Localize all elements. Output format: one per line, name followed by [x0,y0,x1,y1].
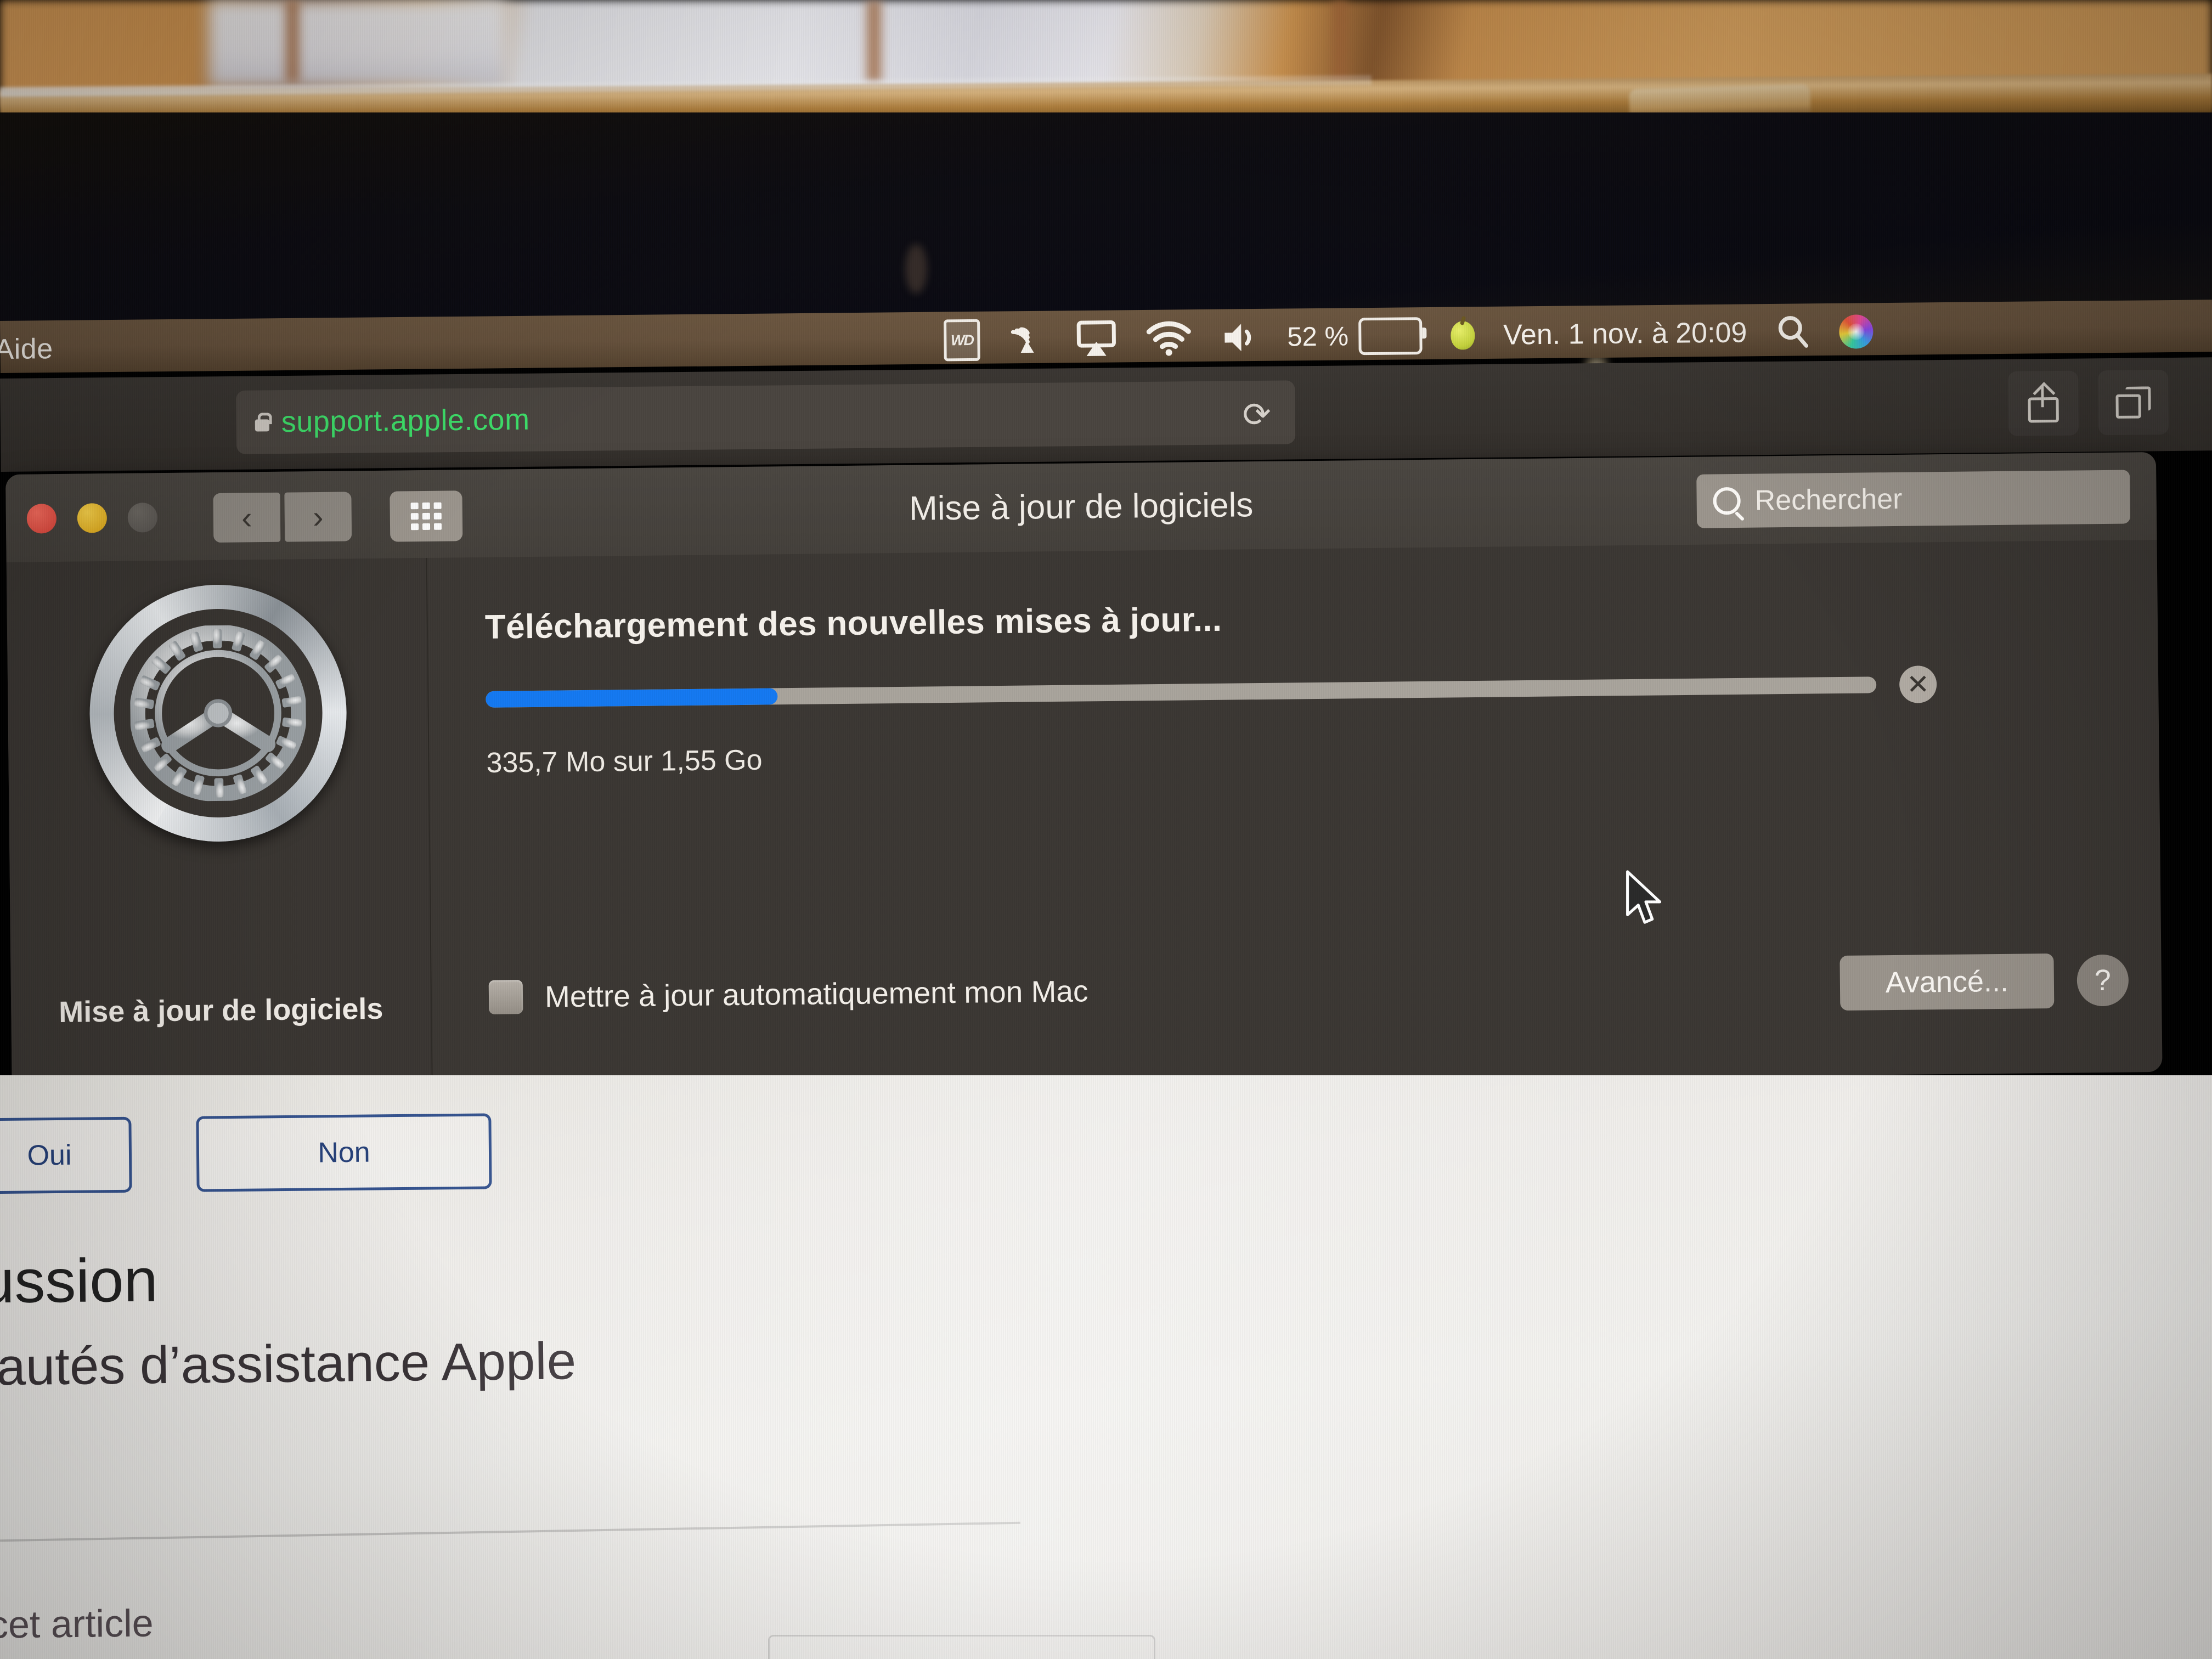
download-size-label: 335,7 Mo sur 1,55 Go [486,744,763,779]
airdrop-icon[interactable] [1008,320,1047,360]
battery-percent-label: 52 % [1287,321,1349,352]
download-status-title: Téléchargement des nouvelles mises à jou… [484,600,1222,646]
software-update-window: ‹ › Mise à jour de logiciels Rechercher [5,452,2163,1094]
background-post [285,0,300,82]
mouse-cursor [1626,870,1662,924]
search-icon[interactable] [1775,314,1811,351]
software-update-gear-icon [88,583,348,843]
url-text: support.apple.com [281,403,530,439]
software-update-sidebar: Mise à jour de logiciels [6,557,433,1094]
green-apple-icon[interactable] [1450,321,1475,350]
search-icon [1713,487,1741,515]
volume-icon[interactable] [1220,319,1259,356]
tab-overview-button[interactable] [2098,370,2169,436]
reload-icon[interactable]: ⟳ [1242,396,1271,434]
oui-button[interactable]: Oui [0,1116,132,1194]
share-button[interactable] [2008,370,2079,436]
address-bar[interactable]: support.apple.com ⟳ [236,380,1296,454]
progress-bar-fill [486,688,778,708]
photo-of-laptop-screen: Aide WD 52 % Ven. 1 nov. à 20:09 support… [0,0,2212,1659]
battery-status[interactable]: 52 % [1287,317,1427,356]
download-progress-row: ✕ [486,663,2159,718]
sidebar-label: Mise à jour de logiciels [58,992,383,1029]
siri-icon[interactable] [1839,314,1874,349]
bezel-smudge [905,244,927,294]
non-button[interactable]: Non [196,1113,492,1192]
wd-drive-icon[interactable]: WD [944,319,980,362]
progress-bar [486,676,1877,708]
support-apple-webpage: Oui Non ussion hautés d’assistance Apple… [0,1075,2212,1659]
lock-icon [255,413,272,432]
webpage-footer-text: cet article [0,1601,154,1646]
cog-icon [129,624,307,802]
help-button[interactable]: ? [2076,954,2129,1007]
background-post [1333,0,1347,82]
airplay-icon[interactable] [1075,319,1118,358]
background-post [867,0,881,82]
cancel-download-button[interactable]: ✕ [1899,665,1937,703]
webpage-heading: ussion [0,1245,159,1316]
wifi-icon[interactable] [1146,319,1192,357]
window-body: Mise à jour de logiciels Téléchargement … [6,540,2163,1094]
advanced-button[interactable]: Avancé... [1839,953,2055,1011]
menu-bar-clock[interactable]: Ven. 1 nov. à 20:09 [1503,316,1747,351]
webpage-divider [0,1521,1020,1542]
software-update-main: Téléchargement des nouvelles mises à jou… [427,540,2163,1090]
share-icon [2028,382,2059,423]
search-placeholder: Rechercher [1754,483,1903,517]
menu-item-aide[interactable]: Aide [0,332,53,366]
auto-update-checkbox[interactable] [488,980,523,1014]
safari-toolbar-right [2008,370,2169,436]
tab-overview-icon [2115,386,2151,419]
webpage-answer-buttons: Oui Non [0,1113,492,1194]
webpage-subheading: hautés d’assistance Apple [0,1331,577,1397]
window-light [208,0,505,88]
search-field[interactable]: Rechercher [1696,470,2131,528]
software-update-footer: Mettre à jour automatiquement mon Mac Av… [488,953,2129,1025]
webpage-input-box[interactable] [768,1635,1155,1659]
menu-bar-status-area: WD 52 % Ven. 1 nov. à 20:09 [944,311,1874,362]
auto-update-label: Mettre à jour automatiquement mon Mac [544,974,1088,1014]
battery-icon [1358,317,1427,356]
